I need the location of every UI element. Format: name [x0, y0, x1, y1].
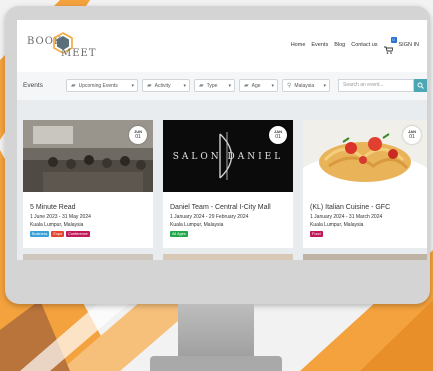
filter-bar: Events ▰ Upcoming Events ▾ ▰ Activity ▾ … — [17, 72, 427, 101]
activity-dropdown[interactable]: ▰ Activity ▾ — [142, 79, 190, 92]
dropdown-label: Upcoming Events — [78, 82, 118, 89]
next-row-card-peek — [163, 254, 293, 260]
cart-icon — [383, 46, 394, 54]
type-dropdown[interactable]: ▰ Type ▾ — [194, 79, 235, 92]
nav-contact[interactable]: Contact us — [351, 42, 377, 48]
next-row-card-peek — [23, 254, 153, 260]
folder-icon: ▰ — [199, 83, 204, 89]
next-row-card-peek — [303, 254, 427, 260]
event-card[interactable]: JAN 01 (KL) Italian Cuisine - GFC 1 Janu… — [303, 120, 427, 248]
dropdown-label: Activity — [154, 82, 171, 89]
event-title[interactable]: Daniel Team - Central I-City Mall — [170, 204, 271, 211]
folder-icon: ▰ — [71, 83, 76, 89]
caret-down-icon: ▾ — [271, 83, 274, 89]
event-location: Kuala Lumpur, Malaysia — [310, 222, 364, 228]
nav-blog[interactable]: Blog — [334, 42, 345, 48]
event-image: SALON DANIEL JAN 01 — [163, 120, 293, 192]
caret-down-icon: ▾ — [183, 83, 186, 89]
event-location: Kuala Lumpur, Malaysia — [170, 222, 224, 228]
date-day: 01 — [275, 134, 281, 140]
event-location: Kuala Lumpur, Malaysia — [30, 222, 84, 228]
folder-icon: ▰ — [147, 83, 152, 89]
event-card[interactable]: SALON DANIEL JAN 01 Daniel Team - Centra… — [163, 120, 293, 248]
upcoming-events-dropdown[interactable]: ▰ Upcoming Events ▾ — [66, 79, 138, 92]
search-input[interactable]: Search an event... — [338, 79, 414, 92]
dropdown-label: Age — [251, 82, 261, 89]
folder-icon: ▰ — [244, 83, 249, 89]
browser-screen: BOOK MEET Home Events Blog Contact us 0 — [17, 20, 427, 260]
main-nav: Home Events Blog Contact us 0 SIGN IN — [291, 37, 419, 54]
date-badge: JAN 01 — [269, 126, 287, 144]
dropdown-label: Malaysia — [294, 82, 315, 89]
event-image: JAN 01 — [303, 120, 427, 192]
filter-label: Events — [23, 82, 43, 89]
cart-count-badge: 0 — [390, 37, 397, 43]
tag-badge: Conference — [66, 231, 90, 237]
search-icon — [417, 82, 424, 89]
event-title[interactable]: (KL) Italian Cuisine - GFC — [310, 204, 390, 211]
date-day: 01 — [409, 134, 415, 140]
tag-badge: Food — [310, 231, 323, 237]
event-title[interactable]: 5 Minute Read — [30, 204, 76, 211]
tag-badge: Business — [30, 231, 50, 237]
map-pin-icon: ⚲ — [287, 83, 292, 89]
events-grid: JUN 01 5 Minute Read 1 June 2023 - 31 Ma… — [17, 100, 427, 260]
sign-in-link[interactable]: SIGN IN — [399, 42, 419, 48]
salon-logo-text: SALON DANIEL — [172, 152, 284, 162]
tag-badge: All Ages — [170, 231, 188, 237]
monitor-base — [150, 356, 282, 371]
event-image: JUN 01 — [23, 120, 153, 192]
dropdown-label: Type — [206, 82, 218, 89]
event-dates: 1 January 2024 - 29 February 2024 — [170, 214, 249, 220]
age-dropdown[interactable]: ▰ Age ▾ — [239, 79, 278, 92]
date-badge: JAN 01 — [403, 126, 421, 144]
event-card[interactable]: JUN 01 5 Minute Read 1 June 2023 - 31 Ma… — [23, 120, 153, 248]
country-dropdown[interactable]: ⚲ Malaysia ▾ — [282, 79, 330, 92]
nav-events[interactable]: Events — [311, 42, 328, 48]
nav-home[interactable]: Home — [291, 42, 306, 48]
brand-word-meet: MEET — [61, 48, 97, 59]
event-dates: 1 June 2023 - 31 May 2024 — [30, 214, 91, 220]
date-day: 01 — [135, 134, 141, 140]
cart-button[interactable]: 0 — [383, 37, 397, 54]
date-badge: JUN 01 — [129, 126, 147, 144]
event-dates: 1 January 2024 - 31 March 2024 — [310, 214, 383, 220]
event-tags: Food — [310, 231, 323, 237]
monitor: BOOK MEET Home Events Blog Contact us 0 — [5, 6, 430, 304]
brand-logo[interactable]: BOOK MEET — [27, 31, 96, 61]
event-tags: Business Expo Conference — [30, 231, 90, 237]
monitor-stand — [178, 304, 254, 360]
caret-down-icon: ▾ — [228, 83, 231, 89]
event-tags: All Ages — [170, 231, 188, 237]
caret-down-icon: ▾ — [323, 83, 326, 89]
caret-down-icon: ▾ — [131, 83, 134, 89]
tag-badge: Expo — [51, 231, 65, 237]
site-header: BOOK MEET Home Events Blog Contact us 0 — [17, 20, 427, 72]
search-button[interactable] — [414, 79, 427, 92]
